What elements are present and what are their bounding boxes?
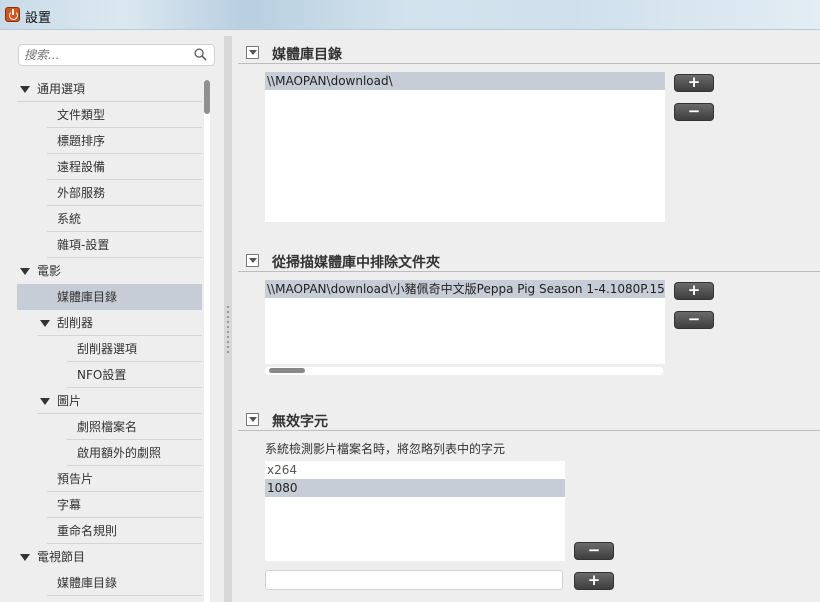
- tree-item-label: 媒體庫目錄: [57, 576, 118, 590]
- search-icon[interactable]: [194, 48, 207, 61]
- bad-words-list[interactable]: x264 1080: [265, 461, 565, 561]
- tree-item-title-sort[interactable]: 標題排序: [47, 128, 202, 154]
- tree-item-movie-library-dirs[interactable]: 媒體庫目錄: [17, 284, 202, 310]
- tree-item-label: 刮削器: [57, 316, 94, 330]
- add-exclude-folder-button[interactable]: +: [674, 282, 714, 300]
- list-item[interactable]: \\MAOPAN\download\小豬佩奇中文版Peppa Pig Seaso…: [265, 280, 665, 298]
- tree-item-label: 雜項-設置: [57, 238, 110, 252]
- expand-arrow-icon[interactable]: [40, 320, 50, 327]
- section-title: 無效字元: [272, 414, 328, 430]
- remove-bad-word-button[interactable]: −: [574, 542, 614, 560]
- section-title: 從掃描媒體庫中排除文件夾: [272, 255, 440, 271]
- tree-item-fanart-filename[interactable]: 劇照檔案名: [67, 414, 202, 440]
- bad-words-description: 系統檢測影片檔案名時，將忽略列表中的字元: [265, 442, 506, 456]
- sidebar-scrollbar[interactable]: [204, 80, 210, 602]
- tree-item-label: 系統: [57, 212, 82, 226]
- bad-words-section-header: 無效字元: [238, 409, 820, 431]
- tree-item-images[interactable]: 圖片: [37, 388, 202, 414]
- tree-item-label: 標題排序: [57, 134, 106, 148]
- title-bar: 設置: [0, 0, 820, 30]
- tree-item-label: 刮削器選項: [77, 342, 138, 356]
- window-title: 設置: [25, 11, 52, 26]
- collapse-toggle-icon[interactable]: [246, 254, 259, 267]
- tree-item-label: 啟用額外的劇照: [77, 446, 162, 460]
- tree-item-extra-fanart[interactable]: 啟用額外的劇照: [67, 440, 202, 466]
- tree-item-external-services[interactable]: 外部服務: [47, 180, 202, 206]
- tree-item-label: 預告片: [57, 472, 94, 486]
- tree-item-trailers[interactable]: 預告片: [47, 466, 202, 492]
- tree-item-label: 通用選項: [37, 82, 86, 96]
- tree-item-scraper-options[interactable]: 刮削器選項: [67, 336, 202, 362]
- add-bad-word-button[interactable]: +: [574, 572, 614, 590]
- tree-item-tv-library-dirs[interactable]: 媒體庫目錄: [47, 570, 202, 596]
- expand-arrow-icon[interactable]: [20, 554, 30, 561]
- tree-item-label: 劇照檔案名: [77, 420, 138, 434]
- remove-library-dir-button[interactable]: −: [674, 103, 714, 121]
- splitter-grip-icon: [227, 306, 229, 356]
- tree-item-label: 遠程設備: [57, 160, 106, 174]
- tree-item-renamer[interactable]: 重命名規則: [47, 518, 202, 544]
- exclude-folders-list[interactable]: \\MAOPAN\download\小豬佩奇中文版Peppa Pig Seaso…: [265, 280, 665, 364]
- list-item[interactable]: 1080: [265, 479, 565, 497]
- app-power-icon: [5, 7, 20, 22]
- tree-item-label: 電視節目: [37, 550, 86, 564]
- remove-exclude-folder-button[interactable]: −: [674, 311, 714, 329]
- add-library-dir-button[interactable]: +: [674, 74, 714, 92]
- tree-item-misc-settings[interactable]: 雜項-設置: [47, 232, 202, 258]
- tree-item-general[interactable]: 通用選項: [17, 76, 202, 102]
- tree-item-nfo-settings[interactable]: NFO設置: [67, 362, 202, 388]
- tree-item-label: 媒體庫目錄: [57, 290, 118, 304]
- tree-item-label: 電影: [37, 264, 62, 278]
- exclude-folders-section-header: 從掃描媒體庫中排除文件夾: [238, 250, 820, 272]
- bad-word-input[interactable]: [265, 570, 563, 590]
- pane-splitter[interactable]: [224, 36, 232, 602]
- collapse-toggle-icon[interactable]: [246, 46, 259, 59]
- tree-item-remote-devices[interactable]: 遠程設備: [47, 154, 202, 180]
- expand-arrow-icon[interactable]: [20, 268, 30, 275]
- tree-item-label: 重命名規則: [57, 524, 118, 538]
- tree-item-movies[interactable]: 電影: [17, 258, 202, 284]
- tree-item-tv-shows[interactable]: 電視節目: [17, 544, 202, 570]
- tree-item-label: 文件類型: [57, 108, 106, 122]
- list-item[interactable]: \\MAOPAN\download\: [265, 72, 665, 90]
- tree-item-file-types[interactable]: 文件類型: [47, 102, 202, 128]
- tree-item-scraper[interactable]: 刮削器: [37, 310, 202, 336]
- hscroll-thumb[interactable]: [269, 368, 305, 373]
- tree-item-label: NFO設置: [77, 368, 127, 382]
- media-library-list[interactable]: \\MAOPAN\download\: [265, 72, 665, 222]
- tree-item-system[interactable]: 系統: [47, 206, 202, 232]
- tree-item-label: 字幕: [57, 498, 82, 512]
- tree-item-label: 圖片: [57, 394, 82, 408]
- collapse-toggle-icon[interactable]: [246, 413, 259, 426]
- search-input[interactable]: [19, 45, 179, 65]
- settings-sidebar: 通用選項 文件類型 標題排序 遠程設備 外部服務 系統 雜項-設置 電影 媒體庫…: [10, 36, 222, 602]
- search-box: [18, 44, 215, 66]
- tree-item-subtitles[interactable]: 字幕: [47, 492, 202, 518]
- exclude-list-hscrollbar[interactable]: [265, 367, 663, 375]
- settings-content: 媒體庫目錄 \\MAOPAN\download\ + − 從掃描媒體庫中排除文件…: [232, 36, 820, 602]
- expand-arrow-icon[interactable]: [40, 398, 50, 405]
- tree-item-label: 外部服務: [57, 186, 106, 200]
- sidebar-scroll-thumb[interactable]: [204, 80, 210, 114]
- list-item[interactable]: x264: [265, 461, 565, 479]
- section-title: 媒體庫目錄: [272, 47, 342, 63]
- expand-arrow-icon[interactable]: [20, 86, 30, 93]
- media-library-section-header: 媒體庫目錄: [238, 42, 820, 64]
